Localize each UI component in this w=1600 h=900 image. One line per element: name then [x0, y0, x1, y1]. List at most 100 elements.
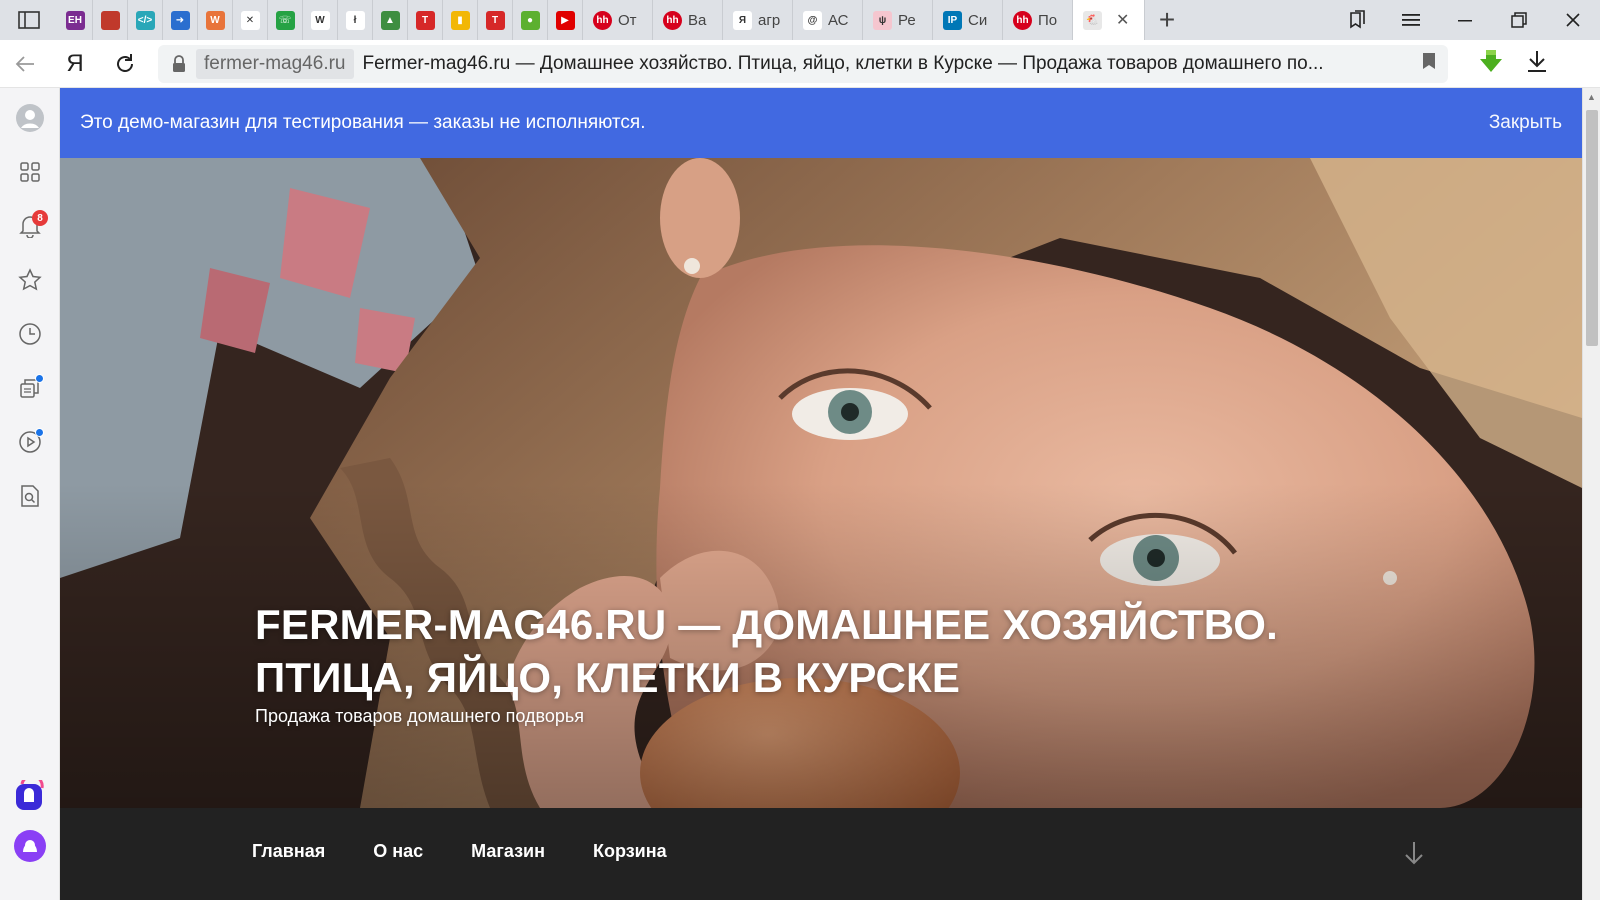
wordpress-icon: W: [205, 10, 225, 30]
download-extension-icon[interactable]: [1478, 48, 1504, 79]
tab-20[interactable]: IP Си: [933, 0, 1003, 40]
tab-11[interactable]: ▮: [443, 0, 478, 40]
tab-14[interactable]: ▶: [548, 0, 583, 40]
tab-active[interactable]: 🐔 ✕: [1073, 0, 1145, 40]
tab-4[interactable]: W: [198, 0, 233, 40]
close-window-button[interactable]: [1546, 0, 1600, 40]
url-domain[interactable]: fermer-mag46.ru: [196, 48, 354, 79]
tab-2[interactable]: </>: [128, 0, 163, 40]
youtube-icon: ▶: [555, 10, 575, 30]
tab-16[interactable]: hh Ва: [653, 0, 723, 40]
menu-item-0[interactable]: Главная: [252, 841, 325, 862]
arrow-icon: ➜: [170, 10, 190, 30]
pink-circle-icon: ψ: [873, 10, 892, 30]
whatsapp-icon: ☏: [275, 10, 295, 30]
tab-6[interactable]: ☏: [268, 0, 303, 40]
t-icon: T: [415, 10, 435, 30]
tab-7[interactable]: W: [303, 0, 338, 40]
panel-icon: [18, 11, 40, 29]
tab-10[interactable]: T: [408, 0, 443, 40]
bookmark-icon[interactable]: [1422, 52, 1436, 75]
tab-strip: ЕН </> ➜ W ✕ ☏ Wł ▲ T ▮ T ● ▶ hh От hh Ва Яагр @ АС ψ Ре IP Си h…: [0, 0, 1600, 40]
demo-notice-text: Это демо-магазин для тестирования — зака…: [80, 112, 646, 133]
tab-15[interactable]: hh От: [583, 0, 653, 40]
lens-search-button[interactable]: [12, 478, 48, 514]
video-dot: [35, 428, 44, 437]
reload-icon: [117, 53, 133, 72]
messenger-icon: [16, 780, 44, 810]
hero-header: FERMER-MAG46.RU — ДОМАШНЕЕ ХОЗЯЙСТВО. ПТ…: [60, 158, 1582, 808]
tab-17[interactable]: Яагр: [723, 0, 793, 40]
tab-1[interactable]: [93, 0, 128, 40]
tab-9[interactable]: ▲: [373, 0, 408, 40]
hh-icon: hh: [663, 10, 682, 30]
menu-item-2[interactable]: Магазин: [471, 841, 545, 862]
messenger-button[interactable]: [12, 778, 48, 814]
bookmarks-panel-button[interactable]: [1330, 0, 1384, 40]
clock-icon: [19, 323, 41, 345]
vertical-scrollbar[interactable]: ▲: [1582, 88, 1600, 900]
alice-icon: [14, 830, 46, 862]
downloads-icon[interactable]: [1526, 49, 1548, 78]
back-button[interactable]: [0, 40, 50, 88]
arrow-down-icon: [1405, 842, 1423, 865]
notifications-button[interactable]: 8: [12, 208, 48, 244]
tab-title: АС: [828, 11, 849, 29]
address-bar[interactable]: fermer-mag46.ru Fermer-mag46.ru — Домашн…: [158, 44, 1448, 83]
scrollbar-thumb[interactable]: [1586, 110, 1598, 346]
leaf-icon: ●: [520, 10, 540, 30]
yandex-button[interactable]: Я: [50, 40, 100, 88]
site-branding: FERMER-MAG46.RU — ДОМАШНЕЕ ХОЗЯЙСТВО. ПТ…: [255, 598, 1455, 727]
tab-3[interactable]: ➜: [163, 0, 198, 40]
site-title-line-1[interactable]: FERMER-MAG46.RU — ДОМАШНЕЕ ХОЗЯЙСТВО.: [255, 598, 1455, 651]
site-title-line-2[interactable]: ПТИЦА, ЯЙЦО, КЛЕТКИ В КУРСКЕ: [255, 651, 1455, 704]
url-page-title[interactable]: Fermer-mag46.ru — Домашнее хозяйство. Пт…: [363, 53, 1383, 75]
hh-icon: hh: [1013, 10, 1032, 30]
favorites-button[interactable]: [12, 262, 48, 298]
tab-18[interactable]: @ АС: [793, 0, 863, 40]
tab-13[interactable]: ●: [513, 0, 548, 40]
hh-icon: hh: [593, 10, 612, 30]
services-button[interactable]: [12, 154, 48, 190]
feather-icon: ł: [345, 10, 365, 30]
tab-5[interactable]: ✕: [233, 0, 268, 40]
tab-0[interactable]: ЕН: [58, 0, 93, 40]
sidebar-toggle-button[interactable]: [0, 0, 58, 40]
demo-store-notice: Это демо-магазин для тестирования — зака…: [60, 88, 1582, 158]
menu-item-1[interactable]: О нас: [373, 841, 423, 862]
reload-button[interactable]: [100, 40, 150, 88]
site-title[interactable]: FERMER-MAG46.RU — ДОМАШНЕЕ ХОЗЯЙСТВО. ПТ…: [255, 598, 1455, 704]
grid-icon: [20, 162, 40, 182]
back-arrow-icon: [15, 55, 34, 72]
menu-button[interactable]: [1384, 0, 1438, 40]
eh-icon: ЕН: [65, 10, 85, 30]
scroll-up-arrow-icon[interactable]: ▲: [1587, 92, 1596, 102]
tab-21[interactable]: hh По: [1003, 0, 1073, 40]
history-button[interactable]: [12, 316, 48, 352]
tabs: ЕН </> ➜ W ✕ ☏ Wł ▲ T ▮ T ● ▶ hh От hh Ва Яагр @ АС ψ Ре IP Си h…: [58, 0, 1073, 40]
site-tagline: Продажа товаров домашнего подворья: [255, 706, 584, 726]
minimize-button[interactable]: [1438, 0, 1492, 40]
lock-icon[interactable]: [168, 54, 190, 73]
profile-avatar[interactable]: [12, 100, 48, 136]
alice-button[interactable]: [12, 828, 48, 864]
web-page: Это демо-магазин для тестирования — зака…: [60, 88, 1582, 900]
scroll-down-button[interactable]: [1404, 840, 1424, 871]
restore-button[interactable]: [1492, 0, 1546, 40]
swirl-icon: @: [803, 10, 822, 30]
menu-item-3[interactable]: Корзина: [593, 841, 667, 862]
user-icon: [16, 104, 44, 132]
dismiss-notice-link[interactable]: Закрыть: [1489, 112, 1562, 134]
tab-title: От: [618, 11, 637, 29]
new-tab-button[interactable]: +: [1145, 0, 1189, 40]
tab-8[interactable]: ł: [338, 0, 373, 40]
collections-button[interactable]: [12, 370, 48, 406]
video-button[interactable]: [12, 424, 48, 460]
tab-12[interactable]: T: [478, 0, 513, 40]
tab-19[interactable]: ψ Ре: [863, 0, 933, 40]
chicken-icon: 🐔: [1083, 10, 1102, 30]
close-tab-icon[interactable]: ✕: [1116, 10, 1129, 30]
yandex-icon: Я: [733, 10, 752, 30]
circle-x-icon: ✕: [240, 10, 260, 30]
navigation-bar: Я fermer-mag46.ru Fermer-mag46.ru — Дома…: [0, 40, 1600, 88]
